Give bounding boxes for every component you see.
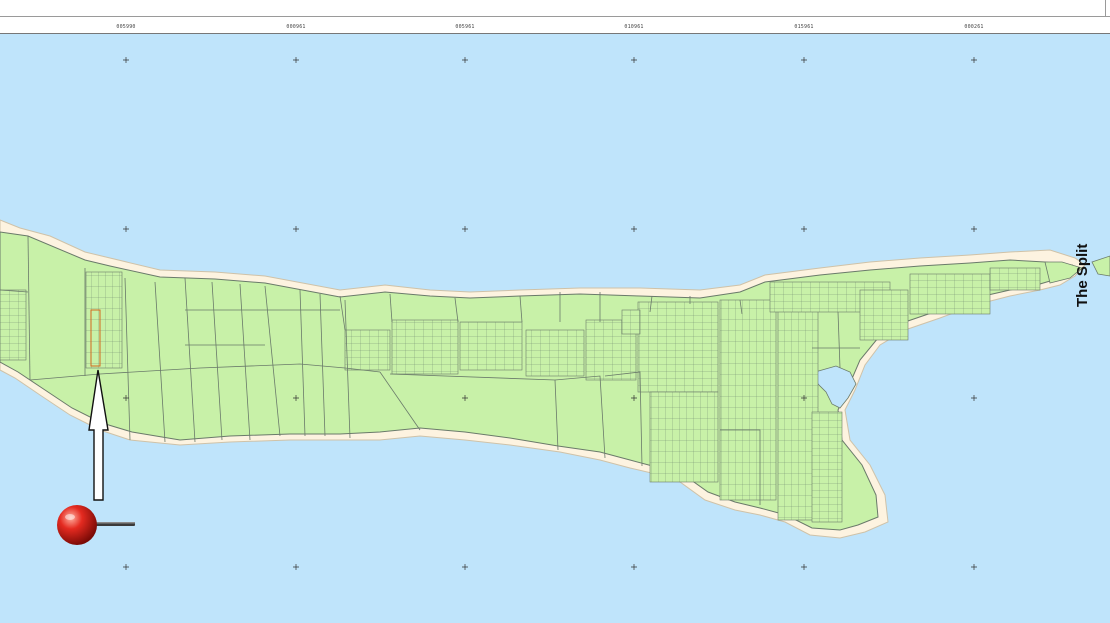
place-label-the-split: The Split — [1074, 243, 1091, 307]
parcel-map[interactable] — [0, 0, 1110, 623]
red-pushpin-icon[interactable] — [54, 503, 144, 549]
